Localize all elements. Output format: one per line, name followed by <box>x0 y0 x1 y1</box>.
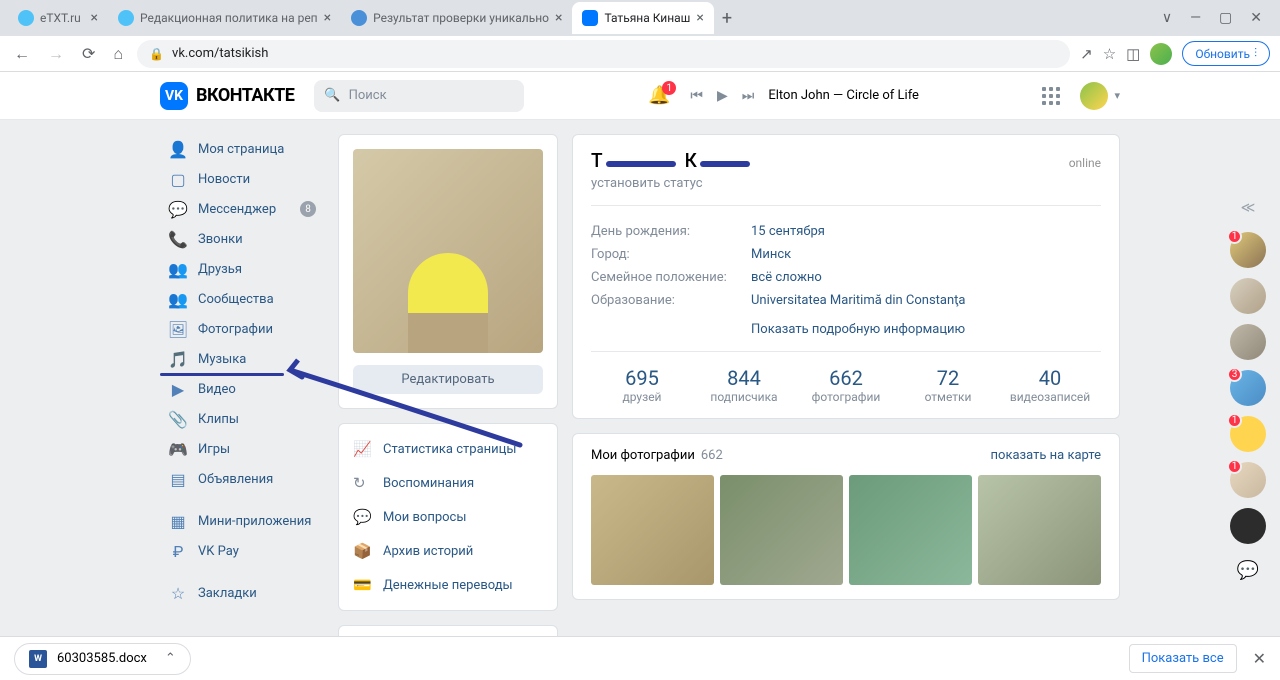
address-bar[interactable]: 🔒 vk.com/tatsikish <box>137 40 1070 68</box>
nav-games[interactable]: 🎮Игры <box>160 434 324 464</box>
education-link[interactable]: Universitatea Maritimă din Constanţa <box>751 293 966 308</box>
contact-item[interactable]: 3 <box>1230 370 1266 406</box>
nav-calls[interactable]: 📞Звонки <box>160 224 324 254</box>
nav-mini-apps[interactable]: ▦Мини-приложения <box>160 506 324 536</box>
nav-ads[interactable]: ▤Объявления <box>160 464 324 494</box>
play-button[interactable]: ▶ <box>717 88 728 104</box>
chevron-down-icon: ▾ <box>1114 89 1120 102</box>
photo-thumb[interactable] <box>849 475 972 585</box>
birthday-link[interactable]: 15 сентября <box>751 224 825 239</box>
tab-close-icon[interactable]: × <box>91 10 98 26</box>
reload-button[interactable]: ⟳ <box>78 40 99 67</box>
profile-name: Т К online <box>591 149 1101 172</box>
url-text: vk.com/tatsikish <box>172 46 268 61</box>
tab-close-icon[interactable]: × <box>324 10 331 26</box>
tool-questions[interactable]: 💬Мои вопросы <box>339 500 557 534</box>
new-tab-button[interactable]: + <box>714 8 740 29</box>
nav-my-page[interactable]: 👤Моя страница <box>160 134 324 164</box>
contact-item[interactable] <box>1230 278 1266 314</box>
profile-photo[interactable] <box>353 149 543 353</box>
nav-friends[interactable]: 👥Друзья <box>160 254 324 284</box>
star-icon[interactable]: ☆ <box>1103 45 1116 63</box>
tool-memories[interactable]: ↻Воспоминания <box>339 466 557 500</box>
stat-followers[interactable]: 844подписчика <box>693 366 795 404</box>
maximize-icon[interactable]: ▢ <box>1219 10 1232 26</box>
lock-icon: 🔒 <box>149 47 164 61</box>
vk-logo[interactable]: VK ВКОНТАКТЕ <box>160 82 294 110</box>
collapse-contacts-icon[interactable]: ≪ <box>1241 200 1256 216</box>
contact-item[interactable] <box>1230 324 1266 360</box>
tool-transfers[interactable]: 💳Денежные переводы <box>339 568 557 602</box>
tab-2[interactable]: Результат проверки уникально× <box>341 2 572 34</box>
header-profile[interactable]: ▾ <box>1080 82 1120 110</box>
contact-item[interactable]: 1 <box>1230 416 1266 452</box>
nav-photos[interactable]: 🖼Фотографии <box>160 314 324 344</box>
photos-title: Мои фотографии <box>591 448 695 463</box>
stat-photos[interactable]: 662фотографии <box>795 366 897 404</box>
show-more-info[interactable]: Показать подробную информацию <box>591 322 1101 337</box>
apps-grid-icon[interactable] <box>1042 87 1060 105</box>
chevron-up-icon: ⌃ <box>165 651 176 666</box>
photo-thumb[interactable] <box>720 475 843 585</box>
account-icon[interactable]: ∨ <box>1162 10 1172 26</box>
close-downloads-icon[interactable]: ✕ <box>1253 649 1266 668</box>
nav-messenger[interactable]: 💬Мессенджер8 <box>160 194 324 224</box>
nav-music[interactable]: 🎵Музыка <box>160 344 324 374</box>
relationship-link[interactable]: всё сложно <box>751 270 822 285</box>
tool-stats[interactable]: 📈Статистика страницы <box>339 432 557 466</box>
nav-vkpay[interactable]: ₽VK Pay <box>160 536 324 566</box>
profile-avatar-icon[interactable] <box>1150 43 1172 65</box>
city-link[interactable]: Минск <box>751 247 791 262</box>
stat-videos[interactable]: 40видеозаписей <box>999 366 1101 404</box>
nav-clips[interactable]: 📎Клипы <box>160 404 324 434</box>
share-icon[interactable]: ↗ <box>1080 45 1093 63</box>
photo-thumb[interactable] <box>978 475 1101 585</box>
minimize-icon[interactable]: — <box>1190 10 1201 26</box>
stat-tags[interactable]: 72отметки <box>897 366 999 404</box>
contact-item[interactable]: 1 <box>1230 462 1266 498</box>
word-doc-icon: W <box>29 650 47 668</box>
contact-item[interactable] <box>1230 508 1266 544</box>
download-file[interactable]: W 60303585.docx ⌃ <box>14 643 191 675</box>
photo-thumb[interactable] <box>591 475 714 585</box>
notifications-button[interactable]: 🔔1 <box>648 85 670 106</box>
extension-icon[interactable]: ◫ <box>1126 45 1140 63</box>
nav-news[interactable]: ▢Новости <box>160 164 324 194</box>
set-status-link[interactable]: установить статус <box>591 176 1101 191</box>
tab-close-icon[interactable]: × <box>696 10 703 26</box>
nav-video[interactable]: ▶Видео <box>160 374 324 404</box>
next-track-button[interactable]: ⏭ <box>742 88 755 104</box>
tool-archive[interactable]: 📦Архив историй <box>339 534 557 568</box>
show-all-downloads[interactable]: Показать все <box>1129 644 1237 673</box>
stat-friends[interactable]: 695друзей <box>591 366 693 404</box>
search-icon: 🔍 <box>324 88 340 103</box>
contact-item[interactable]: 1 <box>1230 232 1266 268</box>
browser-tabs: eTXT.ru× Редакционная политика на реп× Р… <box>0 0 1280 36</box>
nav-communities[interactable]: 👥Сообщества <box>160 284 324 314</box>
tab-1[interactable]: Редакционная политика на реп× <box>108 2 341 34</box>
tab-0[interactable]: eTXT.ru× <box>8 2 108 34</box>
search-input[interactable]: 🔍 Поиск <box>314 80 524 112</box>
messages-icon[interactable]: 💬 <box>1237 560 1259 581</box>
show-on-map-link[interactable]: показать на карте <box>991 448 1101 463</box>
back-button[interactable]: ← <box>10 40 34 68</box>
close-window-icon[interactable]: ✕ <box>1250 10 1262 26</box>
nav-bookmarks[interactable]: ☆Закладки <box>160 578 324 608</box>
tab-close-icon[interactable]: × <box>555 10 562 26</box>
edit-profile-button[interactable]: Редактировать <box>353 365 543 394</box>
left-nav: 👤Моя страница ▢Новости 💬Мессенджер8 📞Зво… <box>160 134 324 671</box>
now-playing[interactable]: Elton John — Circle of Life <box>768 88 919 103</box>
forward-button: → <box>44 40 68 68</box>
prev-track-button[interactable]: ⏮ <box>690 88 703 104</box>
home-button[interactable]: ⌂ <box>109 40 127 68</box>
browser-update-button[interactable]: Обновить ⫶ <box>1182 41 1270 66</box>
tab-3[interactable]: Татьяна Кинаш× <box>572 2 713 34</box>
